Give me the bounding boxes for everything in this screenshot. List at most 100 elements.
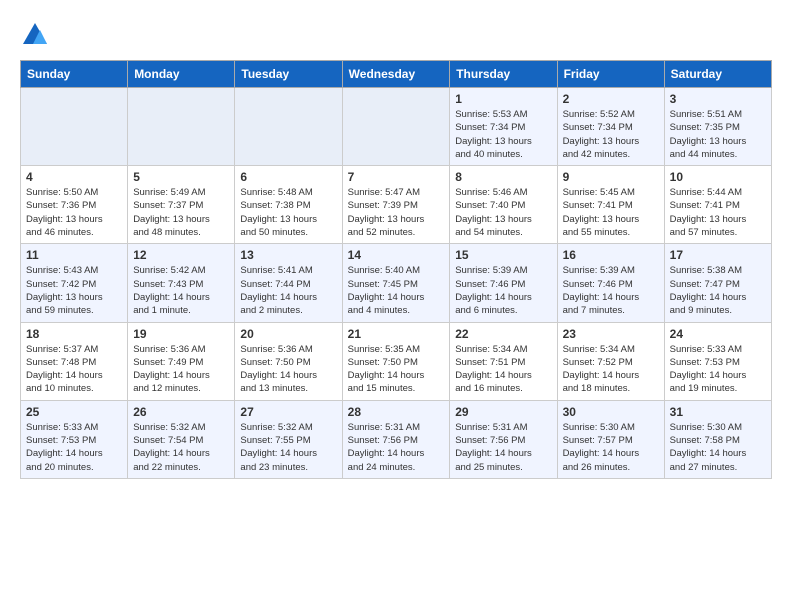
calendar-cell: 27 Sunrise: 5:32 AM Sunset: 7:55 PM Dayli… — [235, 400, 342, 478]
calendar-cell: 23 Sunrise: 5:34 AM Sunset: 7:52 PM Dayli… — [557, 322, 664, 400]
day-info: Sunrise: 5:30 AM Sunset: 7:58 PM Dayligh… — [670, 421, 766, 474]
calendar-cell: 16Sunrise: 5:39 AM Sunset: 7:46 PM Dayli… — [557, 244, 664, 322]
calendar-week-row: 1 Sunrise: 5:53 AM Sunset: 7:34 PM Daylig… — [21, 88, 772, 166]
day-number: 15 — [455, 248, 551, 262]
calendar-cell: 18 Sunrise: 5:37 AM Sunset: 7:48 PM Dayli… — [21, 322, 128, 400]
calendar-cell: 25 Sunrise: 5:33 AM Sunset: 7:53 PM Dayli… — [21, 400, 128, 478]
calendar-cell: 2 Sunrise: 5:52 AM Sunset: 7:34 PM Daylig… — [557, 88, 664, 166]
calendar-cell: 28 Sunrise: 5:31 AM Sunset: 7:56 PM Dayli… — [342, 400, 450, 478]
day-number: 1 — [455, 92, 551, 106]
day-info: Sunrise: 5:43 AM Sunset: 7:42 PM Dayligh… — [26, 264, 122, 317]
day-number: 30 — [563, 405, 659, 419]
day-number: 27 — [240, 405, 336, 419]
calendar-cell: 9Sunrise: 5:45 AM Sunset: 7:41 PM Daylig… — [557, 166, 664, 244]
day-info: Sunrise: 5:33 AM Sunset: 7:53 PM Dayligh… — [26, 421, 122, 474]
calendar-week-row: 4 Sunrise: 5:50 AM Sunset: 7:36 PM Daylig… — [21, 166, 772, 244]
day-number: 14 — [348, 248, 445, 262]
calendar-cell: 31 Sunrise: 5:30 AM Sunset: 7:58 PM Dayli… — [664, 400, 771, 478]
day-info: Sunrise: 5:34 AM Sunset: 7:52 PM Dayligh… — [563, 343, 659, 396]
day-number: 22 — [455, 327, 551, 341]
logo-icon — [20, 20, 50, 50]
calendar-cell: 20 Sunrise: 5:36 AM Sunset: 7:50 PM Dayli… — [235, 322, 342, 400]
day-number: 20 — [240, 327, 336, 341]
calendar-cell: 11 Sunrise: 5:43 AM Sunset: 7:42 PM Dayli… — [21, 244, 128, 322]
weekday-header-sunday: Sunday — [21, 61, 128, 88]
day-number: 17 — [670, 248, 766, 262]
day-number: 4 — [26, 170, 122, 184]
day-info: Sunrise: 5:36 AM Sunset: 7:50 PM Dayligh… — [240, 343, 336, 396]
weekday-header-thursday: Thursday — [450, 61, 557, 88]
calendar-cell: 3Sunrise: 5:51 AM Sunset: 7:35 PM Daylig… — [664, 88, 771, 166]
weekday-header-tuesday: Tuesday — [235, 61, 342, 88]
day-info: Sunrise: 5:31 AM Sunset: 7:56 PM Dayligh… — [455, 421, 551, 474]
day-number: 29 — [455, 405, 551, 419]
day-number: 12 — [133, 248, 229, 262]
calendar-cell: 10Sunrise: 5:44 AM Sunset: 7:41 PM Dayli… — [664, 166, 771, 244]
calendar-cell: 1 Sunrise: 5:53 AM Sunset: 7:34 PM Daylig… — [450, 88, 557, 166]
weekday-header-row: SundayMondayTuesdayWednesdayThursdayFrid… — [21, 61, 772, 88]
calendar-cell: 15 Sunrise: 5:39 AM Sunset: 7:46 PM Dayli… — [450, 244, 557, 322]
day-info: Sunrise: 5:50 AM Sunset: 7:36 PM Dayligh… — [26, 186, 122, 239]
calendar-cell: 14 Sunrise: 5:40 AM Sunset: 7:45 PM Dayli… — [342, 244, 450, 322]
calendar-cell: 19 Sunrise: 5:36 AM Sunset: 7:49 PM Dayli… — [128, 322, 235, 400]
page-header — [20, 20, 772, 50]
day-number: 6 — [240, 170, 336, 184]
day-number: 13 — [240, 248, 336, 262]
calendar-cell: 6Sunrise: 5:48 AM Sunset: 7:38 PM Daylig… — [235, 166, 342, 244]
day-number: 19 — [133, 327, 229, 341]
day-number: 18 — [26, 327, 122, 341]
calendar-table: SundayMondayTuesdayWednesdayThursdayFrid… — [20, 60, 772, 479]
day-number: 2 — [563, 92, 659, 106]
day-number: 16 — [563, 248, 659, 262]
day-info: Sunrise: 5:41 AM Sunset: 7:44 PM Dayligh… — [240, 264, 336, 317]
calendar-cell: 12 Sunrise: 5:42 AM Sunset: 7:43 PM Dayli… — [128, 244, 235, 322]
weekday-header-saturday: Saturday — [664, 61, 771, 88]
calendar-week-row: 25 Sunrise: 5:33 AM Sunset: 7:53 PM Dayli… — [21, 400, 772, 478]
day-number: 11 — [26, 248, 122, 262]
weekday-header-friday: Friday — [557, 61, 664, 88]
day-number: 26 — [133, 405, 229, 419]
calendar-cell — [128, 88, 235, 166]
day-info: Sunrise: 5:37 AM Sunset: 7:48 PM Dayligh… — [26, 343, 122, 396]
day-number: 24 — [670, 327, 766, 341]
day-number: 8 — [455, 170, 551, 184]
day-info: Sunrise: 5:39 AM Sunset: 7:46 PM Dayligh… — [455, 264, 551, 317]
day-number: 28 — [348, 405, 445, 419]
day-info: Sunrise: 5:38 AM Sunset: 7:47 PM Dayligh… — [670, 264, 766, 317]
calendar-week-row: 11 Sunrise: 5:43 AM Sunset: 7:42 PM Dayli… — [21, 244, 772, 322]
day-number: 31 — [670, 405, 766, 419]
day-info: Sunrise: 5:31 AM Sunset: 7:56 PM Dayligh… — [348, 421, 445, 474]
day-info: Sunrise: 5:40 AM Sunset: 7:45 PM Dayligh… — [348, 264, 445, 317]
calendar-cell: 22Sunrise: 5:34 AM Sunset: 7:51 PM Dayli… — [450, 322, 557, 400]
day-info: Sunrise: 5:36 AM Sunset: 7:49 PM Dayligh… — [133, 343, 229, 396]
calendar-cell — [342, 88, 450, 166]
day-number: 5 — [133, 170, 229, 184]
day-info: Sunrise: 5:35 AM Sunset: 7:50 PM Dayligh… — [348, 343, 445, 396]
day-info: Sunrise: 5:46 AM Sunset: 7:40 PM Dayligh… — [455, 186, 551, 239]
day-info: Sunrise: 5:49 AM Sunset: 7:37 PM Dayligh… — [133, 186, 229, 239]
calendar-cell: 21Sunrise: 5:35 AM Sunset: 7:50 PM Dayli… — [342, 322, 450, 400]
calendar-cell: 24 Sunrise: 5:33 AM Sunset: 7:53 PM Dayli… — [664, 322, 771, 400]
calendar-cell — [21, 88, 128, 166]
calendar-cell: 4 Sunrise: 5:50 AM Sunset: 7:36 PM Daylig… — [21, 166, 128, 244]
day-info: Sunrise: 5:53 AM Sunset: 7:34 PM Dayligh… — [455, 108, 551, 161]
day-info: Sunrise: 5:32 AM Sunset: 7:54 PM Dayligh… — [133, 421, 229, 474]
calendar-cell: 8 Sunrise: 5:46 AM Sunset: 7:40 PM Daylig… — [450, 166, 557, 244]
calendar-week-row: 18 Sunrise: 5:37 AM Sunset: 7:48 PM Dayli… — [21, 322, 772, 400]
day-info: Sunrise: 5:32 AM Sunset: 7:55 PM Dayligh… — [240, 421, 336, 474]
day-number: 25 — [26, 405, 122, 419]
calendar-cell: 26 Sunrise: 5:32 AM Sunset: 7:54 PM Dayli… — [128, 400, 235, 478]
day-info: Sunrise: 5:44 AM Sunset: 7:41 PM Dayligh… — [670, 186, 766, 239]
calendar-cell: 7Sunrise: 5:47 AM Sunset: 7:39 PM Daylig… — [342, 166, 450, 244]
day-info: Sunrise: 5:30 AM Sunset: 7:57 PM Dayligh… — [563, 421, 659, 474]
day-number: 9 — [563, 170, 659, 184]
calendar-cell: 17 Sunrise: 5:38 AM Sunset: 7:47 PM Dayli… — [664, 244, 771, 322]
day-info: Sunrise: 5:52 AM Sunset: 7:34 PM Dayligh… — [563, 108, 659, 161]
day-info: Sunrise: 5:42 AM Sunset: 7:43 PM Dayligh… — [133, 264, 229, 317]
calendar-cell — [235, 88, 342, 166]
logo — [20, 20, 54, 50]
day-number: 23 — [563, 327, 659, 341]
day-info: Sunrise: 5:33 AM Sunset: 7:53 PM Dayligh… — [670, 343, 766, 396]
weekday-header-wednesday: Wednesday — [342, 61, 450, 88]
day-info: Sunrise: 5:47 AM Sunset: 7:39 PM Dayligh… — [348, 186, 445, 239]
